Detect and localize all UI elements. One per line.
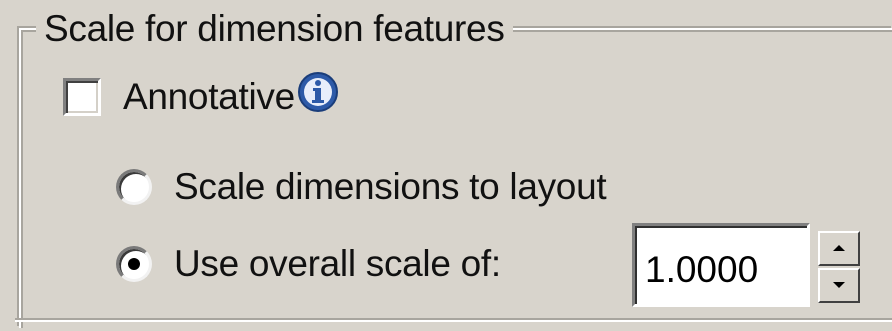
info-icon[interactable]: [297, 71, 339, 113]
scale-to-layout-label[interactable]: Scale dimensions to layout: [174, 165, 607, 209]
overall-scale-input[interactable]: [632, 223, 810, 307]
spin-up-button[interactable]: [818, 231, 860, 266]
scale-to-layout-radio[interactable]: [116, 169, 152, 205]
spin-down-button[interactable]: [818, 268, 860, 303]
groupbox-bottom-highlight: [15, 320, 892, 322]
spin-down-arrow-icon: [833, 282, 845, 288]
spinner-buttons: [818, 231, 860, 305]
dimension-scale-panel: Scale for dimension features Annotative …: [0, 0, 892, 331]
overall-scale-label[interactable]: Use overall scale of:: [174, 242, 501, 286]
overall-scale-spinner: [632, 223, 890, 307]
groupbox-title: Scale for dimension features: [36, 4, 513, 54]
overall-scale-radio[interactable]: [116, 246, 152, 282]
annotative-row: Annotative: [63, 72, 339, 119]
radio-scale-to-layout-row: Scale dimensions to layout: [116, 165, 607, 209]
annotative-checkbox[interactable]: [63, 78, 101, 116]
radio-selected-dot: [128, 258, 140, 270]
spin-up-arrow-icon: [833, 245, 845, 251]
annotative-label[interactable]: Annotative: [123, 75, 295, 119]
radio-overall-scale-row: Use overall scale of:: [116, 242, 501, 286]
